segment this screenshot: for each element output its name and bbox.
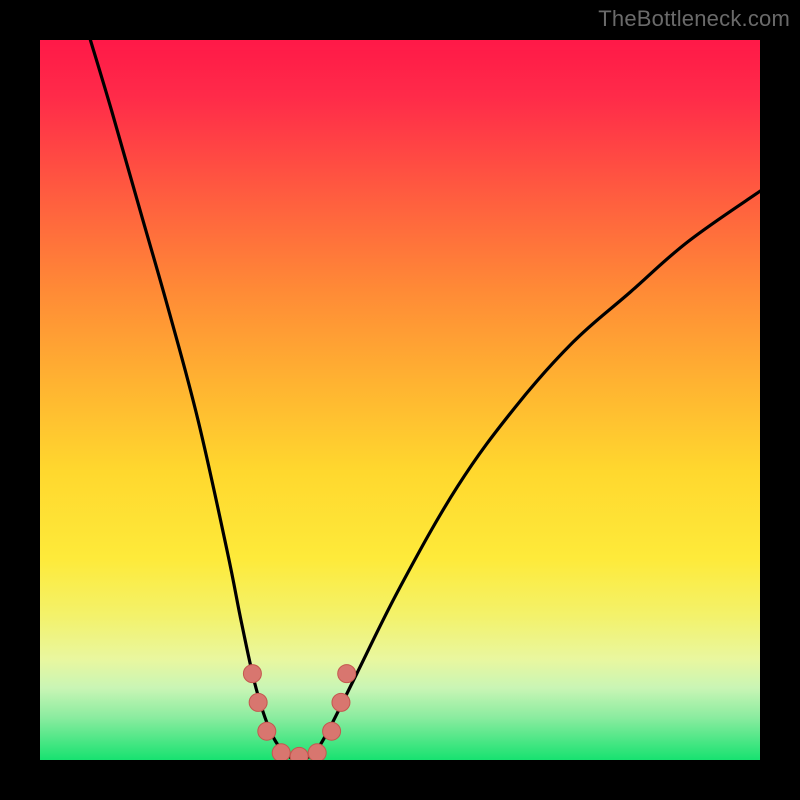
chart-frame: TheBottleneck.com [0, 0, 800, 800]
curve-marker [290, 747, 308, 760]
curve-svg [40, 40, 760, 760]
curve-marker [308, 744, 326, 760]
watermark-text: TheBottleneck.com [598, 6, 790, 32]
curve-markers [243, 665, 355, 760]
curve-marker [323, 722, 341, 740]
curve-marker [338, 665, 356, 683]
bottleneck-curve-path [90, 40, 760, 760]
curve-marker [272, 744, 290, 760]
curve-marker [258, 722, 276, 740]
curve-marker [332, 693, 350, 711]
curve-marker [249, 693, 267, 711]
curve-marker [243, 665, 261, 683]
plot-area [40, 40, 760, 760]
